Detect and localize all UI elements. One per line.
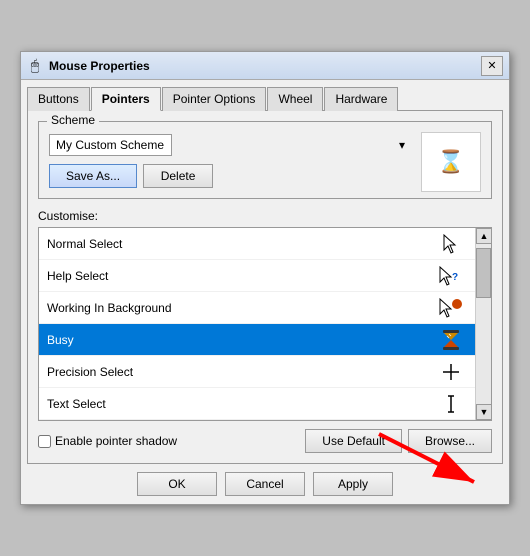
window-title: Mouse Properties [49,59,481,73]
tab-wheel[interactable]: Wheel [267,87,323,111]
use-default-button[interactable]: Use Default [305,429,402,453]
scheme-group-label: Scheme [47,113,99,127]
cursor-name-working: Working In Background [47,301,172,315]
close-button[interactable]: ✕ [481,56,503,76]
scheme-buttons: Save As... Delete [49,164,411,188]
scheme-row: My Custom Scheme [49,134,411,156]
scrollbar[interactable]: ▲ ▼ [475,228,491,420]
options-buttons: Use Default Browse... [305,429,492,453]
cursor-list[interactable]: Normal Select Help Select ? [39,228,475,420]
shadow-checkbox[interactable] [38,435,51,448]
cursor-name-text: Text Select [47,397,106,411]
save-as-button[interactable]: Save As... [49,164,137,188]
scrollbar-down-button[interactable]: ▼ [476,404,492,420]
apply-button[interactable]: Apply [313,472,393,496]
scrollbar-thumb[interactable] [476,248,491,298]
window-icon: 🖱 [27,58,43,74]
footer: OK Cancel Apply [21,464,509,504]
cursor-name-busy: Busy [47,333,74,347]
title-bar: 🖱 Mouse Properties ✕ [21,52,509,80]
tab-pointer-options[interactable]: Pointer Options [162,87,267,111]
scrollbar-up-button[interactable]: ▲ [476,228,492,244]
mouse-properties-window: 🖱 Mouse Properties ✕ Buttons Pointers Po… [20,51,510,505]
shadow-label: Enable pointer shadow [55,434,177,448]
delete-button[interactable]: Delete [143,164,213,188]
tab-bar: Buttons Pointers Pointer Options Wheel H… [21,80,509,110]
tab-content: Scheme ⌛ My Custom Scheme Save As... Del… [27,110,503,464]
ok-button[interactable]: OK [137,472,217,496]
tab-pointers[interactable]: Pointers [91,87,161,111]
cursor-list-container: Normal Select Help Select ? [38,227,492,421]
cursor-icon-text [435,394,467,414]
cursor-item-precision[interactable]: Precision Select [39,356,475,388]
cancel-button[interactable]: Cancel [225,472,305,496]
cursor-name-help: Help Select [47,269,108,283]
cursor-icon-busy [435,328,467,352]
cursor-item-normal[interactable]: Normal Select [39,228,475,260]
scheme-section: My Custom Scheme Save As... Delete [49,134,481,188]
cursor-item-text[interactable]: Text Select [39,388,475,420]
scrollbar-track[interactable] [476,244,491,404]
cursor-item-help[interactable]: Help Select ? [39,260,475,292]
scheme-dropdown[interactable]: My Custom Scheme [49,134,172,156]
cursor-item-busy[interactable]: Busy [39,324,475,356]
browse-button[interactable]: Browse... [408,429,492,453]
tab-hardware[interactable]: Hardware [324,87,398,111]
cursor-item-working[interactable]: Working In Background [39,292,475,324]
scheme-group: Scheme ⌛ My Custom Scheme Save As... Del… [38,121,492,199]
tab-buttons[interactable]: Buttons [27,87,90,111]
cursor-name-precision: Precision Select [47,365,133,379]
cursor-icon-precision [435,362,467,382]
scheme-dropdown-wrap: My Custom Scheme [49,134,411,156]
cursor-icon-normal [435,234,467,254]
svg-text:?: ? [452,272,458,283]
options-row: Enable pointer shadow Use Default Browse… [38,429,492,453]
shadow-checkbox-label[interactable]: Enable pointer shadow [38,434,177,448]
customise-label: Customise: [38,209,492,223]
cursor-icon-working [435,298,467,318]
cursor-icon-help: ? [435,266,467,286]
cursor-name-normal: Normal Select [47,237,122,251]
